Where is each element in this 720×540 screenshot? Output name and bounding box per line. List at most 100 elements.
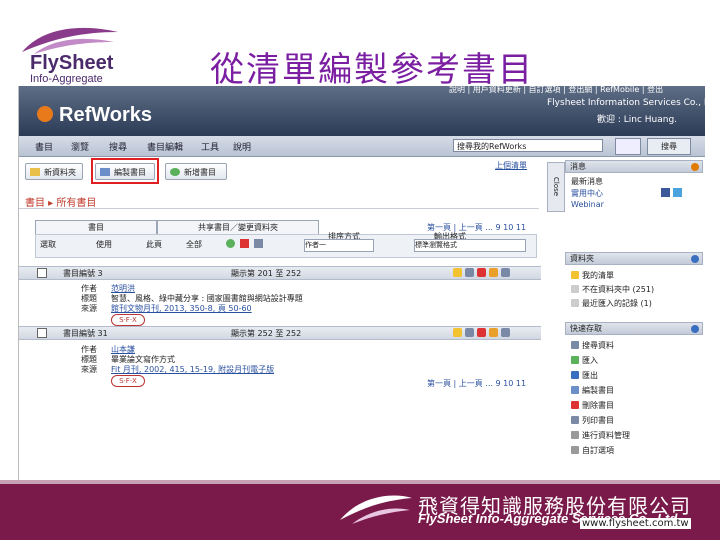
quick-access-header[interactable]: 快速存取 xyxy=(565,322,703,335)
select-label: 選取 xyxy=(40,240,56,249)
edit-icon[interactable] xyxy=(465,268,474,277)
star-icon xyxy=(571,271,579,279)
folder-label: 不在資料夾中 xyxy=(582,285,630,294)
search-button[interactable]: 搜尋 xyxy=(647,138,691,155)
folder-icon xyxy=(571,299,579,307)
print-icon[interactable] xyxy=(254,239,263,248)
share-icon[interactable] xyxy=(489,268,498,277)
view-icon[interactable] xyxy=(501,268,510,277)
tab-shared[interactable]: 共享書目／變更資料夾 xyxy=(157,220,319,235)
nav-item-browse[interactable]: 瀏覽 xyxy=(71,140,89,153)
divider xyxy=(19,208,539,209)
sort-select[interactable]: 作者一 xyxy=(304,239,374,252)
field-value[interactable]: Fit 月刊, 2002, 415, 15-19, 附設月刊電子版 xyxy=(111,364,274,375)
record-actions xyxy=(453,268,537,280)
new-folder-label: 新資料夾 xyxy=(44,168,76,177)
organization-name: Flysheet Information Services Co., Ltd. xyxy=(547,98,705,108)
search-options-icon[interactable] xyxy=(615,138,641,155)
folders-title: 資料夾 xyxy=(570,254,594,263)
record-id: 書目編號 31 xyxy=(63,329,108,338)
quick-item-search[interactable]: 搜尋資料 xyxy=(571,340,614,351)
quick-item-label: 搜尋資料 xyxy=(582,341,614,350)
quick-item-label: 匯入 xyxy=(582,356,598,365)
record-checkbox[interactable] xyxy=(37,328,47,338)
sfx-button[interactable]: S·F·X xyxy=(111,314,145,326)
nav-item-references[interactable]: 書目 xyxy=(35,140,53,153)
new-folder-button[interactable]: 新資料夾 xyxy=(25,163,83,180)
view-icon[interactable] xyxy=(501,328,510,337)
company-url: www.flysheet.com.tw xyxy=(580,518,691,529)
quick-item-bibliography[interactable]: 編製書目 xyxy=(571,385,614,396)
folder-count: (251) xyxy=(632,285,655,294)
facebook-icon[interactable] xyxy=(661,188,670,197)
quick-item-label: 匯出 xyxy=(582,371,598,380)
top-bar: RefWorks 說明 | 用戶資料更新 | 自訂選項 | 登出網 | RefM… xyxy=(19,86,705,136)
news-count-icon xyxy=(691,163,699,171)
record-checkbox[interactable] xyxy=(37,268,47,278)
quick-item-customize[interactable]: 自訂選項 xyxy=(571,445,614,456)
nav-item-help[interactable]: 說明 xyxy=(233,140,251,153)
record-range: 顯示第 252 至 252 xyxy=(231,329,302,338)
delete-icon[interactable] xyxy=(477,328,486,337)
new-reference-button[interactable]: 新增書目 xyxy=(165,163,227,180)
user-greeting: 歡迎 : Linc Huang. xyxy=(597,115,678,125)
export-icon xyxy=(571,371,579,379)
edit-icon[interactable] xyxy=(465,328,474,337)
star-icon[interactable] xyxy=(453,268,462,277)
share-icon[interactable] xyxy=(489,328,498,337)
news-item[interactable]: 最新消息 xyxy=(571,176,603,187)
twitter-icon[interactable] xyxy=(673,188,682,197)
format-select[interactable]: 標準瀏覽格式 xyxy=(414,239,526,252)
quick-item-import[interactable]: 匯入 xyxy=(571,355,598,366)
customize-icon xyxy=(571,446,579,454)
refworks-logo-icon xyxy=(37,106,53,122)
manage-icon xyxy=(571,431,579,439)
record-range: 顯示第 201 至 252 xyxy=(231,269,302,278)
folder-count: (1) xyxy=(640,299,652,308)
pager-bottom[interactable]: 第一頁 | 上一頁 ... 9 10 11 xyxy=(427,378,526,389)
tab-references[interactable]: 書目 xyxy=(35,220,157,235)
star-icon[interactable] xyxy=(453,328,462,337)
news-title: 消息 xyxy=(570,162,586,171)
quick-item-label: 列印書目 xyxy=(582,416,614,425)
nav-item-tools[interactable]: 工具 xyxy=(201,140,219,153)
folder-icon xyxy=(571,285,579,293)
page-option[interactable]: 此頁 xyxy=(146,239,162,250)
folder-item[interactable]: 不在資料夾中 (251) xyxy=(571,284,654,295)
delete-icon[interactable] xyxy=(477,268,486,277)
quick-item-export[interactable]: 匯出 xyxy=(571,370,598,381)
quick-item-label: 刪除書目 xyxy=(582,401,614,410)
add-to-folder-icon[interactable] xyxy=(226,239,235,248)
delete-icon[interactable] xyxy=(240,239,249,248)
quick-item-manage[interactable]: 進行資料管理 xyxy=(571,430,630,441)
quick-item-label: 進行資料管理 xyxy=(582,431,630,440)
news-item[interactable]: 實用中心 xyxy=(571,188,603,199)
quick-item-delete[interactable]: 刪除書目 xyxy=(571,400,614,411)
quick-item-print[interactable]: 列印書目 xyxy=(571,415,614,426)
folder-icon xyxy=(30,168,40,176)
slide-title: 從清單編製參考書目 xyxy=(210,50,534,90)
bibliography-icon xyxy=(571,386,579,394)
folders-header[interactable]: 資料夾 xyxy=(565,252,703,265)
news-header[interactable]: 消息 xyxy=(565,160,703,173)
nav-item-search[interactable]: 搜尋 xyxy=(109,140,127,153)
all-option[interactable]: 全部 xyxy=(186,239,202,250)
sidebar-close-tab[interactable]: Close xyxy=(547,162,565,212)
record-actions xyxy=(453,328,537,340)
print-icon xyxy=(571,416,579,424)
search-input[interactable]: 搜尋我的RefWorks xyxy=(453,139,603,152)
folder-item[interactable]: 最近匯入的記錄 (1) xyxy=(571,298,652,309)
folder-item[interactable]: 我的清單 xyxy=(571,270,614,281)
flysheet-footer-swoosh-icon xyxy=(340,495,412,524)
quick-access-icon xyxy=(691,325,699,333)
refworks-screenshot: RefWorks 說明 | 用戶資料更新 | 自訂選項 | 登出網 | RefM… xyxy=(18,86,705,480)
news-item[interactable]: Webinar xyxy=(571,200,604,209)
top-links[interactable]: 說明 | 用戶資料更新 | 自訂選項 | 登出網 | RefMobile | 登… xyxy=(449,86,663,95)
field-value[interactable]: 館刊文物月刊, 2013, 350-8, 頁 50-60 xyxy=(111,303,252,314)
folder-label: 最近匯入的記錄 xyxy=(582,299,638,308)
app-name: RefWorks xyxy=(59,104,152,126)
sfx-button[interactable]: S·F·X xyxy=(111,375,145,387)
last-list-link[interactable]: 上個清單 xyxy=(495,160,527,171)
nav-item-bibliography[interactable]: 書目編輯 xyxy=(147,140,183,153)
quick-access-title: 快速存取 xyxy=(570,324,602,333)
